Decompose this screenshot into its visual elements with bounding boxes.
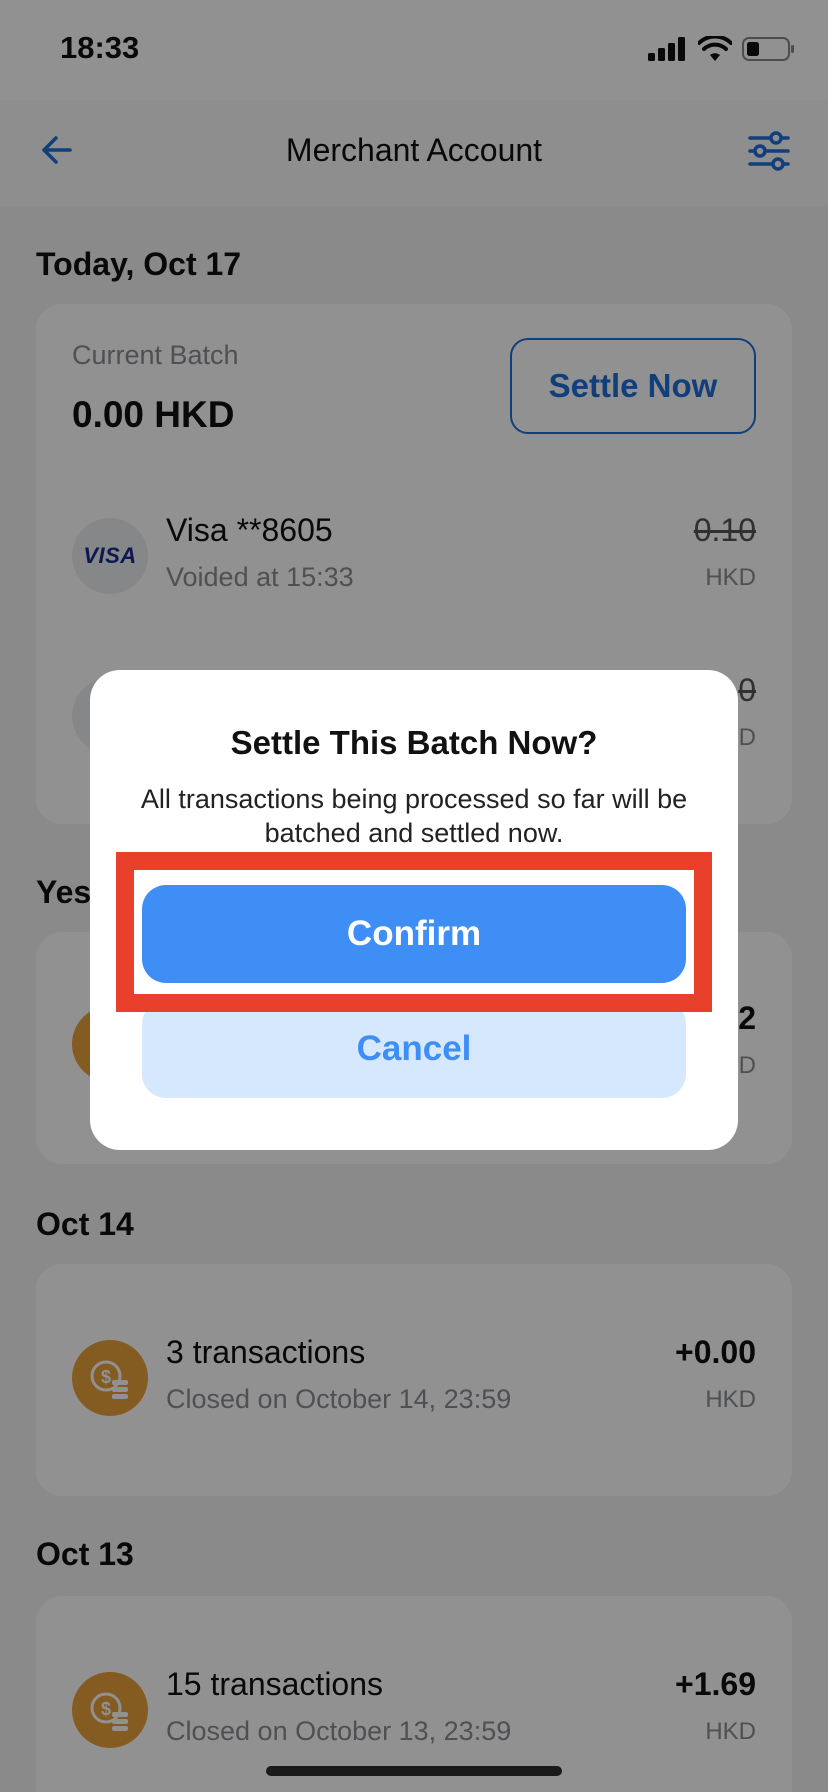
highlight-box [116, 852, 712, 1012]
home-indicator[interactable] [266, 1766, 562, 1776]
dialog-title: Settle This Batch Now? [230, 724, 598, 761]
cancel-button[interactable]: Cancel [142, 1000, 686, 1098]
dialog-message: All transactions being processed so far … [140, 784, 688, 848]
